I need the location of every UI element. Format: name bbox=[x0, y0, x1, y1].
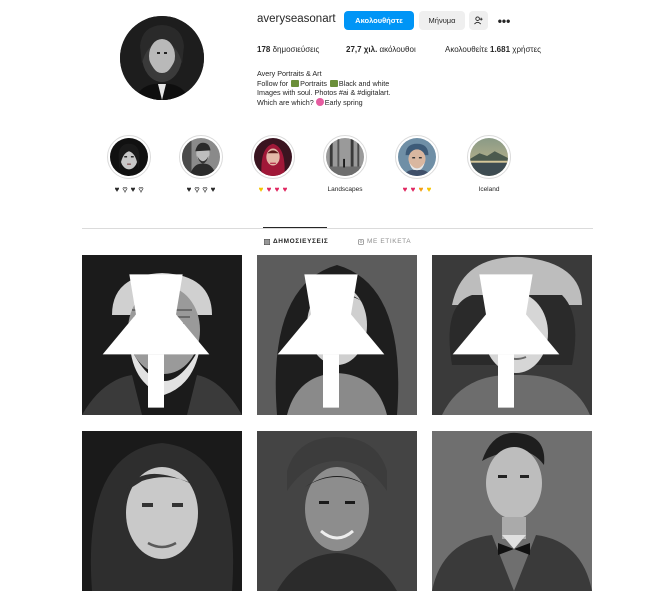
highlight-1[interactable]: ♥ ♥ ♥ ♥ bbox=[107, 135, 151, 195]
heart-icon: ♥ bbox=[282, 185, 288, 194]
highlight-3[interactable]: ♥ ♥ ♥ ♥ bbox=[251, 135, 295, 195]
tag-icon bbox=[358, 238, 364, 245]
avatar-portrait bbox=[120, 16, 204, 100]
heart-icon: ♥ bbox=[194, 185, 200, 194]
post-tile[interactable] bbox=[432, 255, 592, 415]
profile-avatar[interactable] bbox=[120, 16, 204, 100]
highlight-thumbnail bbox=[326, 138, 364, 176]
bio-text: Black and white bbox=[338, 78, 390, 88]
following-count[interactable]: Ακολουθείτε 1.681 χρήστες bbox=[445, 45, 541, 54]
post-image bbox=[82, 431, 242, 591]
bio-text: Early spring bbox=[324, 97, 363, 107]
followers-count-label: ακόλουθοι bbox=[379, 45, 416, 54]
pin-icon bbox=[452, 274, 560, 408]
heart-icon: ♥ bbox=[122, 185, 128, 194]
heart-icon: ♥ bbox=[274, 185, 280, 194]
heart-icon: ♥ bbox=[418, 185, 424, 194]
post-image bbox=[257, 431, 417, 591]
grid-icon bbox=[264, 238, 270, 245]
heart-icon: ♥ bbox=[426, 185, 432, 194]
highlight-thumbnail bbox=[398, 138, 436, 176]
bio-name: Avery Portraits & Art bbox=[257, 69, 322, 78]
heart-icon: ♥ bbox=[258, 185, 264, 194]
posts-count: 178 δημοσιεύσεις bbox=[257, 45, 319, 54]
highlight-thumbnail bbox=[182, 138, 220, 176]
posts-count-label: δημοσιεύσεις bbox=[272, 45, 320, 54]
highlight-ring bbox=[107, 135, 151, 179]
highlight-thumbnail bbox=[254, 138, 292, 176]
heart-icon: ♥ bbox=[266, 185, 272, 194]
bio-line-1: Follow for Portraits Black and white bbox=[257, 79, 457, 89]
following-prefix: Ακολουθείτε bbox=[445, 45, 488, 54]
more-options-button[interactable]: ••• bbox=[494, 11, 514, 30]
picture-emoji-icon bbox=[291, 79, 300, 87]
pin-icon bbox=[102, 274, 210, 408]
highlight-label: Landscapes bbox=[327, 186, 363, 193]
heart-icon: ♥ bbox=[202, 185, 208, 194]
highlight-ring bbox=[251, 135, 295, 179]
highlight-5[interactable]: ♥ ♥ ♥ ♥ bbox=[395, 135, 439, 195]
highlight-label: ♥ ♥ ♥ ♥ bbox=[395, 186, 439, 195]
heart-icon: ♥ bbox=[410, 185, 416, 194]
pin-icon bbox=[277, 274, 385, 408]
bio-text: Which are which? bbox=[257, 97, 314, 107]
highlight-thumbnail bbox=[470, 138, 508, 176]
post-tile[interactable] bbox=[257, 431, 417, 591]
bio-line-2: Images with soul. Photos #ai & #digitala… bbox=[257, 88, 391, 98]
post-tile[interactable] bbox=[82, 255, 242, 415]
highlight-ring bbox=[323, 135, 367, 179]
tab-posts[interactable]: ΔΗΜΟΣΙΕΥΣΕΙΣ bbox=[264, 238, 328, 245]
heart-icon: ♥ bbox=[114, 185, 120, 194]
profile-username: averyseasonart bbox=[257, 13, 336, 25]
message-button[interactable]: Μήνυμα bbox=[419, 11, 465, 30]
highlight-6[interactable]: Iceland bbox=[467, 135, 511, 195]
followers-count-value: 27,7 χιλ. bbox=[346, 45, 378, 54]
followers-count[interactable]: 27,7 χιλ. ακόλουθοι bbox=[346, 45, 416, 54]
bio-text: Follow for bbox=[257, 78, 289, 88]
highlight-2[interactable]: ♥ ♥ ♥ ♥ bbox=[179, 135, 223, 195]
tab-tagged-label: ΜΕ ΕΤΙΚΕΤΑ bbox=[367, 238, 412, 245]
highlight-label: ♥ ♥ ♥ ♥ bbox=[251, 186, 295, 195]
bio-text: Portraits bbox=[300, 78, 327, 88]
picture-emoji-icon bbox=[329, 79, 338, 87]
add-person-icon bbox=[474, 16, 483, 25]
tab-posts-label: ΔΗΜΟΣΙΕΥΣΕΙΣ bbox=[273, 238, 329, 245]
highlight-label: ♥ ♥ ♥ ♥ bbox=[107, 185, 151, 195]
flower-emoji-icon bbox=[315, 97, 324, 106]
highlight-ring bbox=[467, 135, 511, 179]
post-tile[interactable] bbox=[257, 255, 417, 415]
heart-icon: ♥ bbox=[210, 185, 216, 194]
highlight-ring bbox=[179, 135, 223, 179]
highlight-thumbnail bbox=[110, 138, 148, 176]
heart-icon: ♥ bbox=[186, 185, 192, 194]
bio-line-3: Which are which? Early spring bbox=[257, 97, 457, 108]
highlight-label: ♥ ♥ ♥ ♥ bbox=[179, 185, 223, 195]
posts-count-value: 178 bbox=[257, 45, 271, 54]
highlight-ring bbox=[395, 135, 439, 179]
follow-button[interactable]: Ακολουθήστε bbox=[344, 11, 414, 30]
following-count-label: χρήστες bbox=[512, 45, 541, 54]
following-count-value: 1.681 bbox=[490, 45, 511, 54]
highlight-label: Iceland bbox=[478, 186, 500, 193]
tabs-divider bbox=[82, 228, 593, 229]
post-tile[interactable] bbox=[82, 431, 242, 591]
heart-icon: ♥ bbox=[402, 185, 408, 194]
highlight-4[interactable]: Landscapes bbox=[323, 135, 367, 195]
heart-icon: ♥ bbox=[130, 185, 136, 194]
post-tile[interactable] bbox=[432, 431, 592, 591]
active-tab-indicator bbox=[263, 227, 327, 228]
profile-bio: Avery Portraits & Art Follow for Portrai… bbox=[257, 69, 457, 107]
heart-icon: ♥ bbox=[138, 185, 144, 194]
suggested-users-button[interactable] bbox=[469, 11, 488, 30]
tab-tagged[interactable]: ΜΕ ΕΤΙΚΕΤΑ bbox=[358, 238, 411, 245]
post-image bbox=[432, 431, 592, 591]
